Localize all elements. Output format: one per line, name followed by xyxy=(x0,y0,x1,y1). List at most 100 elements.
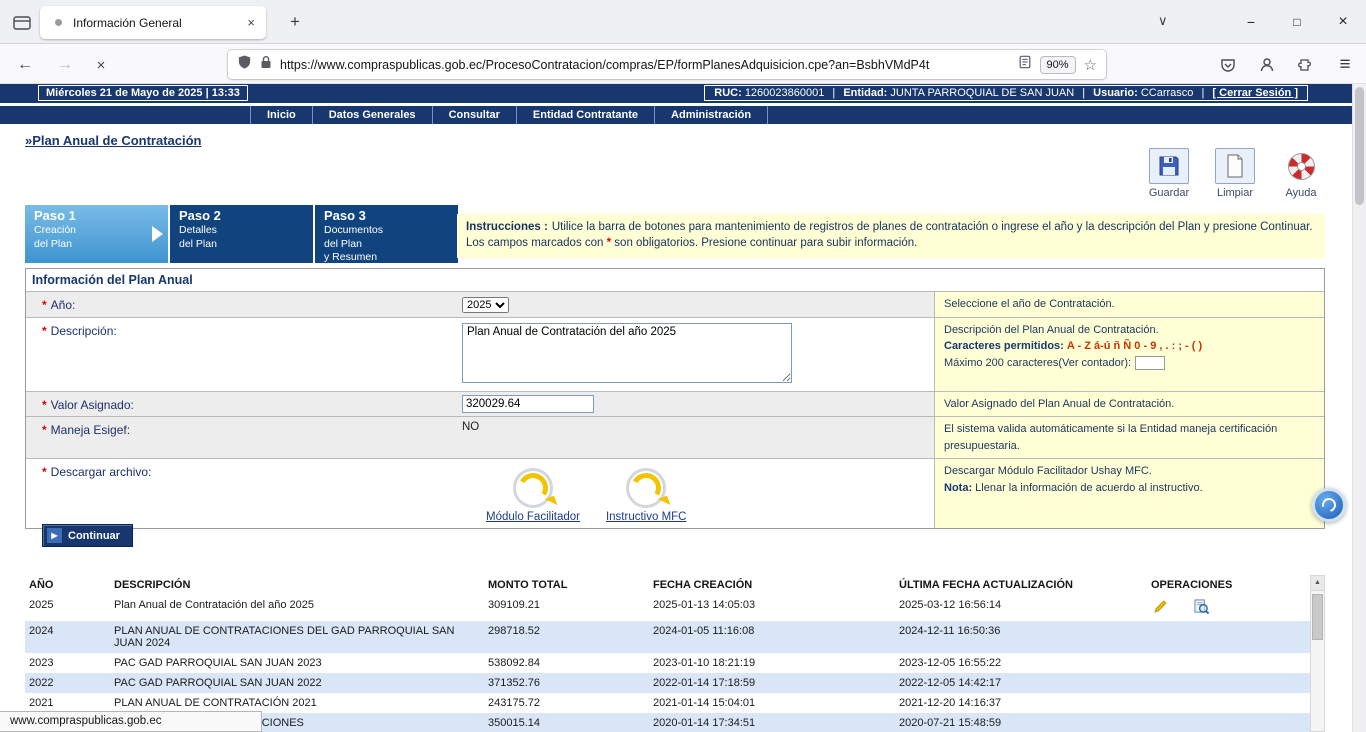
counter-input[interactable] xyxy=(1135,356,1165,370)
plan-form: Información del Plan Anual *Año: 2025 Se… xyxy=(25,268,1325,529)
cell-ultima-actualizacion: 2021-12-20 14:16:37 xyxy=(895,693,1147,713)
descargar-note-line2: Nota: Llenar la información de acuerdo a… xyxy=(944,480,1315,497)
descripcion-note-line2: Caracteres permitidos: A - Z á-ú ñ Ñ 0 -… xyxy=(944,338,1315,355)
step-3-line3: y Resumen xyxy=(324,251,449,265)
edit-plan-icon[interactable] xyxy=(1153,599,1168,617)
blank-page-icon xyxy=(1215,148,1255,184)
instructions-box: Instrucciones :Utilice la barra de boton… xyxy=(457,214,1325,258)
ushay-logo-icon xyxy=(513,468,553,508)
valor-asignado-input[interactable] xyxy=(462,395,594,413)
descripcion-textarea[interactable]: Plan Anual de Contratación del año 2025 xyxy=(462,323,792,383)
list-tabs-icon[interactable]: ∨ xyxy=(1158,13,1168,29)
limpiar-button[interactable]: Limpiar xyxy=(1208,148,1262,199)
menu-item-entidad-contratante[interactable]: Entidad Contratante xyxy=(517,106,655,124)
required-asterisk: * xyxy=(42,298,47,312)
cell-fecha-creacion: 2020-01-14 17:34:51 xyxy=(649,713,895,732)
page-scrollbar[interactable] xyxy=(1352,84,1366,732)
col-monto-total: MONTO TOTAL xyxy=(484,575,649,595)
address-bar[interactable]: https://www.compraspublicas.gob.ec/Proce… xyxy=(228,50,1106,79)
menu-hamburger-icon[interactable]: ≡ xyxy=(1334,52,1356,78)
account-icon[interactable] xyxy=(1256,52,1278,78)
step-3-line2: del Plan xyxy=(324,238,449,252)
menu-item-datos-generales[interactable]: Datos Generales xyxy=(313,106,433,124)
ayuda-button[interactable]: Ayuda xyxy=(1274,148,1328,199)
menu-item-consultar[interactable]: Consultar xyxy=(433,106,517,124)
separator: | xyxy=(1082,87,1085,99)
stop-button[interactable]: × xyxy=(88,52,114,78)
forward-button[interactable]: → xyxy=(52,52,78,78)
esigef-label-text: Maneja Esigef: xyxy=(51,423,130,437)
tab-favicon-icon xyxy=(55,19,62,26)
cell-description: PAC GAD PARROQUIAL SAN JUAN 2023 xyxy=(110,653,484,673)
nota-label: Nota: xyxy=(944,482,972,494)
anio-select[interactable]: 2025 xyxy=(462,297,509,313)
menu-item-administracion[interactable]: Administración xyxy=(655,106,768,124)
tab-close-icon[interactable]: × xyxy=(242,15,260,30)
bookmark-star-icon[interactable]: ☆ xyxy=(1084,56,1097,74)
history-row: 2023PAC GAD PARROQUIAL SAN JUAN 20235380… xyxy=(25,653,1310,673)
col-descripcion: DESCRIPCIÓN xyxy=(110,575,484,595)
window-close-button[interactable]: × xyxy=(1328,8,1358,36)
firefox-view-icon[interactable] xyxy=(12,13,32,33)
col-ultima-actualizacion: ÚLTIMA FECHA ACTUALIZACIÓN xyxy=(895,575,1147,595)
esigef-value: NO xyxy=(456,417,934,458)
zoom-level-indicator[interactable]: 90% xyxy=(1040,56,1076,74)
esigef-label: * Maneja Esigef: xyxy=(26,417,456,458)
step-1-line1: Creación xyxy=(34,224,159,238)
cell-monto-total: 243175.72 xyxy=(484,693,649,713)
cell-ultima-actualizacion: 2020-07-21 15:48:59 xyxy=(895,713,1147,732)
tracking-shield-icon[interactable] xyxy=(237,54,252,75)
main-menu: Inicio Datos Generales Consultar Entidad… xyxy=(0,106,1352,124)
back-button[interactable]: ← xyxy=(12,52,38,78)
instructions-label: Instrucciones : xyxy=(466,221,548,233)
datetime-display: Miércoles 21 de Mayo de 2025 | 13:33 xyxy=(38,85,248,101)
cell-operations xyxy=(1147,693,1310,713)
reader-mode-icon[interactable] xyxy=(1018,55,1032,74)
table-scrollbar[interactable]: ▲ xyxy=(1310,575,1325,732)
cell-fecha-creacion: 2022-01-14 17:18:59 xyxy=(649,673,895,693)
modulo-facilitador-link[interactable]: Módulo Facilitador xyxy=(486,511,580,523)
accessibility-widget[interactable] xyxy=(1312,488,1346,522)
anio-label-text: Año: xyxy=(51,298,76,312)
table-scroll-thumb[interactable] xyxy=(1312,594,1323,640)
form-row-descargar: *Descargar archivo: Módulo Facilitador I… xyxy=(26,458,1324,528)
cell-operations xyxy=(1147,713,1310,732)
instructivo-mfc-link[interactable]: Instructivo MFC xyxy=(606,511,687,523)
logout-link[interactable]: [ Cerrar Sesión ] xyxy=(1212,87,1298,99)
lock-icon[interactable] xyxy=(260,55,272,74)
cell-operations xyxy=(1147,673,1310,693)
cell-monto-total: 309109.21 xyxy=(484,595,649,621)
browser-tab[interactable]: Información General × xyxy=(40,6,266,39)
save-icon xyxy=(1149,148,1189,184)
view-plan-icon[interactable] xyxy=(1194,599,1209,617)
download-instructivo-mfc[interactable]: Instructivo MFC xyxy=(606,468,687,523)
ruc-label: RUC: xyxy=(714,87,742,99)
descargar-label-text: Descargar archivo: xyxy=(51,465,152,479)
cell-ultima-actualizacion: 2022-12-05 14:42:17 xyxy=(895,673,1147,693)
page-scroll-thumb[interactable] xyxy=(1355,87,1364,205)
cell-ultima-actualizacion: 2025-03-12 16:56:14 xyxy=(895,595,1147,621)
history-section: AÑO DESCRIPCIÓN MONTO TOTAL FECHA CREACI… xyxy=(25,575,1310,732)
url-text[interactable]: https://www.compraspublicas.gob.ec/Proce… xyxy=(280,58,1010,72)
descripcion-control: Plan Anual de Contratación del año 2025 xyxy=(456,318,934,391)
new-tab-button[interactable]: + xyxy=(282,9,308,35)
guardar-button[interactable]: Guardar xyxy=(1142,148,1196,199)
required-asterisk: * xyxy=(42,423,47,437)
menu-item-inicio[interactable]: Inicio xyxy=(250,106,313,124)
history-row: 2022PAC GAD PARROQUIAL SAN JUAN 20223713… xyxy=(25,673,1310,693)
anio-note: Seleccione el año de Contratación. xyxy=(934,292,1324,317)
pocket-icon[interactable] xyxy=(1217,52,1239,78)
download-modulo-facilitador[interactable]: Módulo Facilitador xyxy=(486,468,580,523)
esigef-note: El sistema valida automáticamente si la … xyxy=(934,417,1324,458)
cell-description: PLAN ANUAL DE CONTRATACIONES DEL GAD PAR… xyxy=(110,621,484,653)
action-toolbar: Guardar Limpiar Ayuda xyxy=(1142,148,1328,199)
step-2: Paso 2 Detalles del Plan xyxy=(170,205,313,263)
continuar-button[interactable]: ▶ Continuar xyxy=(42,524,133,547)
window-minimize-button[interactable]: − xyxy=(1236,8,1266,36)
window-maximize-button[interactable]: □ xyxy=(1282,8,1312,36)
form-row-valor: *Valor Asignado: Valor Asignado del Plan… xyxy=(26,391,1324,417)
extensions-puzzle-icon[interactable] xyxy=(1295,52,1317,78)
history-row: 2021PLAN ANUAL DE CONTRATACIÓN 202124317… xyxy=(25,693,1310,713)
scroll-up-icon[interactable]: ▲ xyxy=(1311,576,1324,591)
form-row-descripcion: *Descripción: Plan Anual de Contratación… xyxy=(26,317,1324,391)
